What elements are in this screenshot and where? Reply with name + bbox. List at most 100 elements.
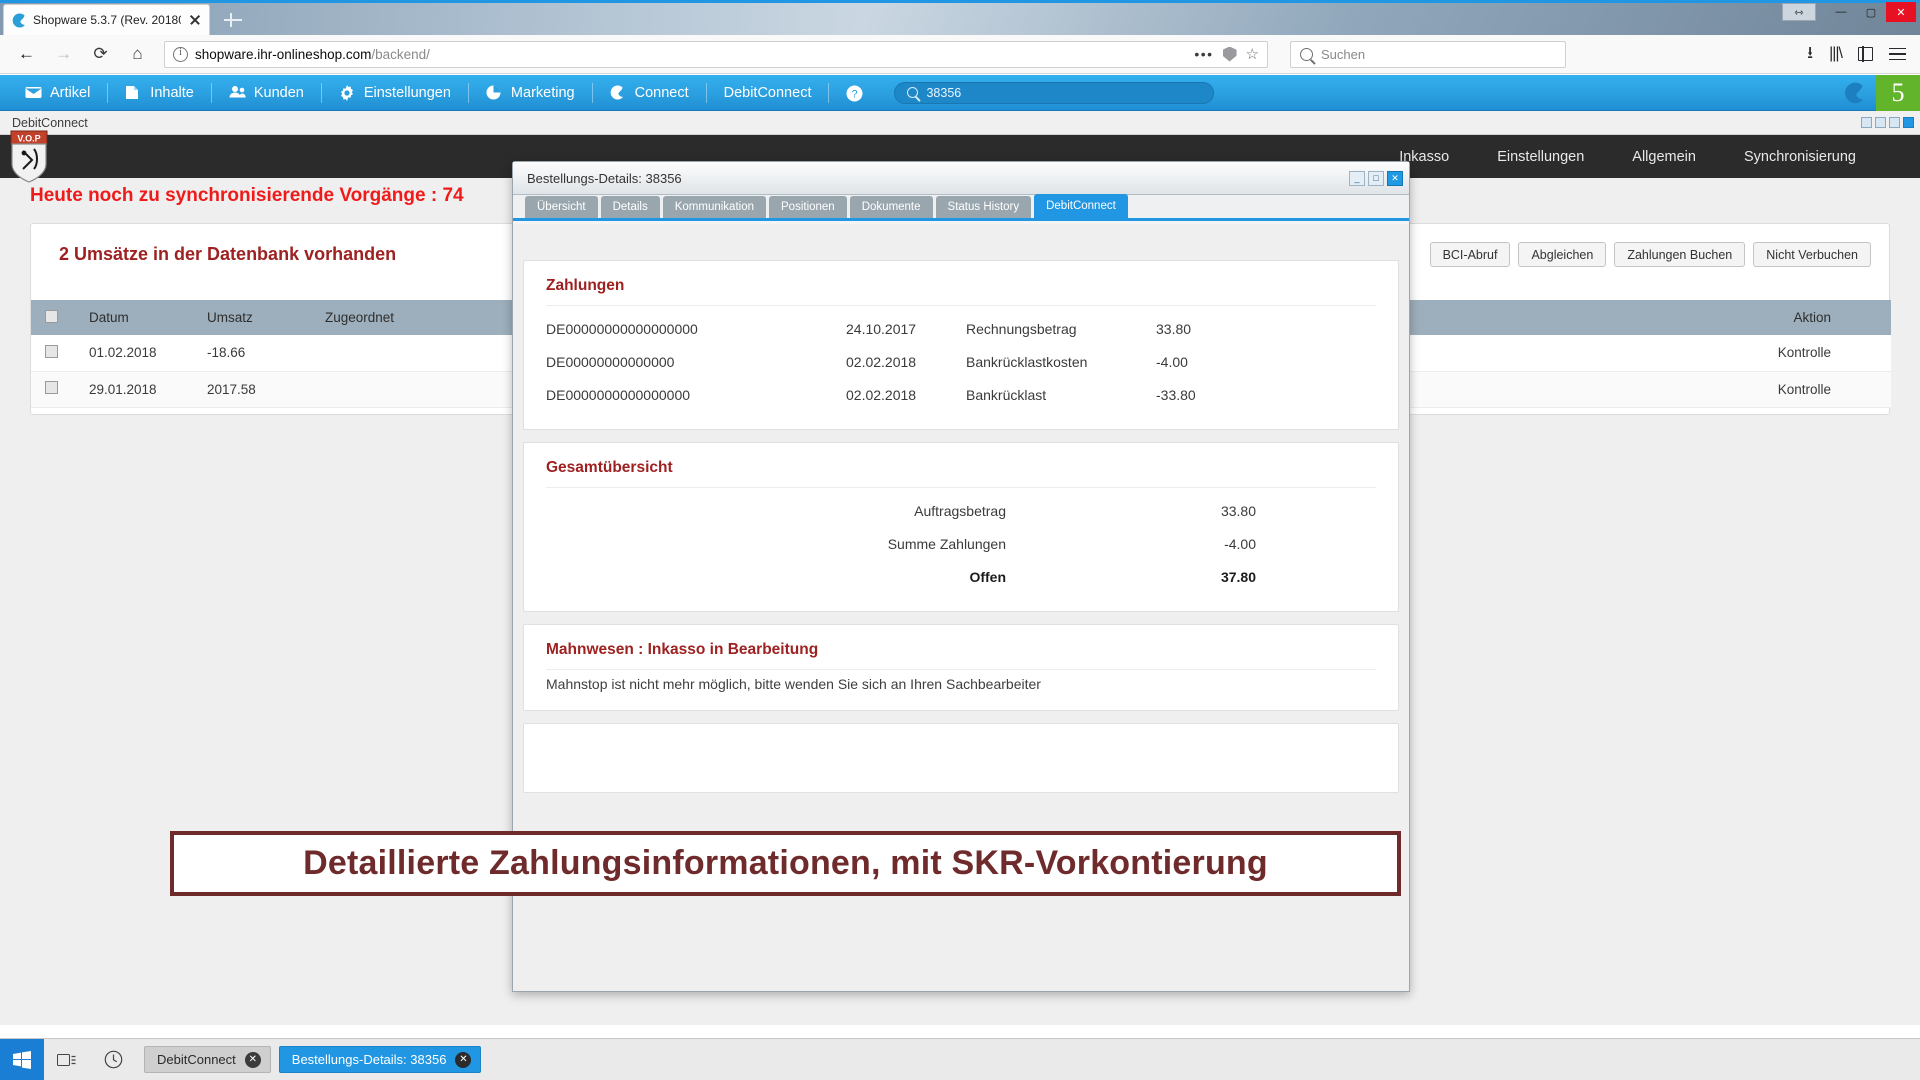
taskbar-item-bestellungs-details[interactable]: Bestellungs-Details: 38356 ✕ — [278, 1046, 482, 1073]
strip-restore-icon[interactable] — [1861, 117, 1872, 128]
payment-date: 02.02.2018 — [846, 386, 917, 403]
app-menu-einstellungen[interactable]: Einstellungen — [1473, 149, 1608, 165]
modal-close-button[interactable]: ✕ — [1387, 170, 1403, 186]
browser-toolbar-right: ⭳ |||\ — [1807, 40, 1910, 69]
row-checkbox[interactable] — [45, 344, 58, 358]
nav-item-inhalte[interactable]: Inhalte — [108, 75, 211, 111]
mahnwesen-heading: Mahnwesen : Inkasso in Bearbeitung — [546, 641, 819, 658]
search-icon — [1300, 47, 1313, 61]
row-checkbox-cell — [31, 335, 75, 372]
site-info-icon[interactable] — [173, 46, 188, 62]
annotation-banner-text: Detaillierte Zahlungsinformationen, mit … — [303, 844, 1268, 882]
url-bar-actions: ••• ☆ — [1194, 45, 1259, 63]
reader-icon[interactable] — [1222, 46, 1237, 62]
svg-text:?: ? — [852, 88, 858, 100]
gesamtuebersicht-card: Gesamtübersicht Auftragsbetrag 33.80 Sum… — [523, 442, 1399, 612]
clock-icon[interactable] — [90, 1039, 136, 1080]
modal-minimize-button[interactable]: _ — [1349, 170, 1365, 186]
summary-label: Summe Zahlungen — [887, 535, 1006, 552]
browser-search-placeholder: Suchen — [1321, 46, 1366, 62]
row-aktion[interactable]: Kontrolle — [1511, 371, 1891, 408]
abgleichen-button[interactable]: Abgleichen — [1518, 242, 1607, 267]
bookmark-star-icon[interactable]: ☆ — [1246, 45, 1259, 63]
nicht-verbuchen-button[interactable]: Nicht Verbuchen — [1753, 242, 1871, 267]
modal-title-bar[interactable]: Bestellungs-Details: 38356 _ □ ✕ — [513, 162, 1409, 195]
summary-value: 33.80 — [1220, 502, 1256, 519]
window-strip-label: DebitConnect — [12, 115, 88, 130]
payment-date: 02.02.2018 — [846, 353, 917, 370]
row-aktion[interactable]: Kontrolle — [1511, 335, 1891, 372]
strip-maximize-icon[interactable] — [1889, 117, 1900, 128]
bci-abruf-button[interactable]: BCI-Abruf — [1429, 242, 1511, 267]
tab-kommunikation[interactable]: Kommunikation — [662, 196, 766, 218]
select-all-checkbox[interactable] — [45, 309, 58, 323]
app-menu-synchronisierung[interactable]: Synchronisierung — [1720, 149, 1880, 165]
row-datum: 29.01.2018 — [75, 371, 193, 408]
strip-close-icon[interactable] — [1903, 117, 1914, 128]
tab-uebersicht[interactable]: Übersicht — [525, 196, 598, 218]
nav-item-einstellungen[interactable]: Einstellungen — [322, 75, 468, 111]
windows-start-icon[interactable] — [0, 1038, 44, 1080]
nav-label-artikel: Artikel — [50, 84, 91, 101]
row-checkbox[interactable] — [45, 381, 58, 394]
sidebar-toggle-icon[interactable] — [1858, 46, 1873, 62]
nav-item-artikel[interactable]: Artikel — [8, 75, 107, 111]
restore-all-button[interactable]: ⇿ — [1782, 3, 1816, 21]
shopware-main-nav: Artikel Inhalte Kunden Einstellungen Mar… — [0, 74, 1920, 111]
modal-maximize-button[interactable]: □ — [1368, 170, 1384, 186]
users-icon — [229, 85, 246, 100]
browser-tab[interactable]: Shopware 5.3.7 (Rev. 201801171 — [3, 4, 210, 35]
tab-debitconnect[interactable]: DebitConnect — [1034, 194, 1128, 218]
payment-kind: Bankrücklast — [966, 386, 1047, 403]
close-icon[interactable]: ✕ — [244, 1051, 261, 1068]
browser-nav-bar: ← → ⟳ ⌂ shopware.ihr-onlineshop.com/back… — [0, 35, 1920, 74]
pie-chart-icon — [486, 85, 503, 100]
close-window-button[interactable]: ✕ — [1886, 2, 1916, 22]
url-text: shopware.ihr-onlineshop.com/backend/ — [195, 47, 430, 62]
task-view-icon[interactable] — [44, 1039, 90, 1080]
strip-minimize-icon[interactable] — [1875, 117, 1886, 128]
home-icon[interactable]: ⌂ — [121, 38, 154, 71]
browser-search-input[interactable]: Suchen — [1290, 40, 1566, 68]
url-bar[interactable]: shopware.ihr-onlineshop.com/backend/ •••… — [164, 40, 1268, 68]
nav-item-connect[interactable]: Connect — [593, 75, 706, 111]
connect-icon — [610, 85, 627, 100]
zahlungen-buchen-button[interactable]: Zahlungen Buchen — [1614, 242, 1746, 267]
nav-item-marketing[interactable]: Marketing — [469, 75, 592, 111]
close-icon[interactable] — [187, 12, 203, 28]
tab-positionen[interactable]: Positionen — [769, 196, 847, 218]
url-path: /backend/ — [371, 46, 430, 62]
summary-row: Summe Zahlungen -4.00 — [546, 527, 1376, 560]
payment-kind: Bankrücklastkosten — [966, 353, 1088, 370]
reload-icon[interactable]: ⟳ — [84, 38, 117, 71]
nav-item-debitconnect[interactable]: DebitConnect — [707, 75, 829, 111]
new-tab-button[interactable] — [222, 9, 244, 31]
app-menu-allgemein[interactable]: Allgemein — [1608, 149, 1720, 165]
nav-label-einstellungen: Einstellungen — [363, 84, 451, 101]
close-icon[interactable]: ✕ — [455, 1051, 472, 1068]
row-datum: 01.02.2018 — [75, 335, 193, 372]
payment-amount: -33.80 — [1156, 386, 1196, 403]
downloads-icon[interactable]: ⭳ — [1807, 40, 1813, 69]
back-icon[interactable]: ← — [10, 38, 43, 71]
shopware-search-input[interactable]: 38356 — [894, 81, 1215, 104]
summary-label: Offen — [969, 568, 1006, 585]
tab-status-history[interactable]: Status History — [935, 196, 1032, 218]
minimize-button[interactable]: — — [1826, 2, 1856, 22]
maximize-button[interactable]: ▢ — [1856, 2, 1886, 22]
page-actions-icon[interactable]: ••• — [1194, 46, 1213, 62]
os-taskbar: DebitConnect ✕ Bestellungs-Details: 3835… — [0, 1038, 1920, 1080]
select-all-header — [31, 300, 75, 335]
tab-dokumente[interactable]: Dokumente — [849, 196, 933, 218]
window-task-strip: DebitConnect — [0, 111, 1920, 135]
nav-item-kunden[interactable]: Kunden — [212, 75, 321, 111]
nav-item-help[interactable]: ? — [829, 75, 880, 111]
annotation-banner: Detaillierte Zahlungsinformationen, mit … — [170, 831, 1401, 896]
browser-accent-bar — [0, 0, 1920, 3]
tab-details[interactable]: Details — [600, 196, 660, 218]
taskbar-item-debitconnect[interactable]: DebitConnect ✕ — [144, 1046, 271, 1073]
forward-icon[interactable]: → — [47, 38, 80, 71]
library-icon[interactable]: |||\ — [1829, 45, 1843, 63]
menu-hamburger-icon[interactable] — [1889, 47, 1906, 61]
shopware-search-value: 38356 — [926, 85, 962, 100]
